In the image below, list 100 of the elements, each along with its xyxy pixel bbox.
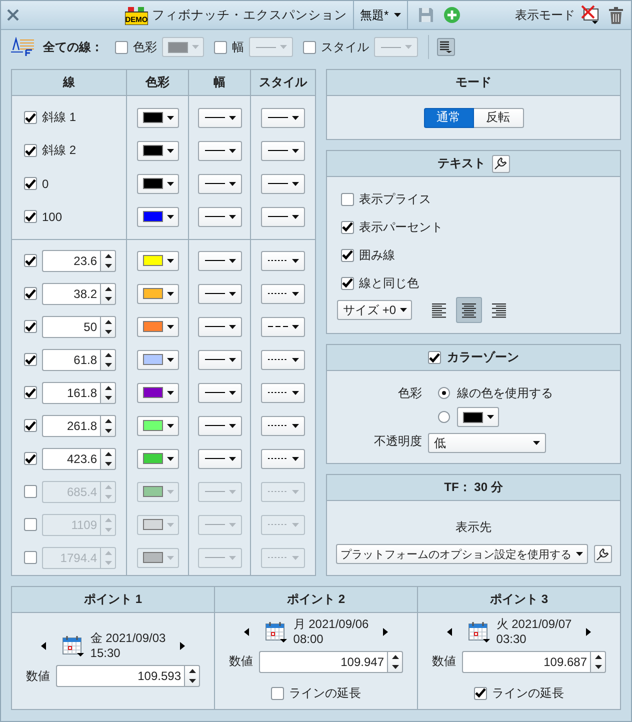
mode-toggle-button[interactable]: 反転 [474,108,524,128]
previous-date-icon[interactable] [41,642,46,650]
color-dropdown[interactable] [136,548,178,568]
spinner-buttons[interactable] [590,650,606,672]
number-field[interactable]: 23.6 [42,250,100,272]
next-date-icon[interactable] [586,628,591,636]
trash-icon[interactable] [609,6,623,24]
checkbox[interactable] [24,485,37,498]
style-dropdown[interactable] [261,350,305,370]
add-icon[interactable] [444,7,460,23]
previous-date-icon[interactable] [447,628,452,636]
color-dropdown[interactable] [136,108,178,128]
color-dropdown[interactable] [136,416,178,436]
checkbox[interactable] [24,254,37,267]
width-dropdown[interactable] [198,448,242,468]
checkbox[interactable] [24,320,37,333]
checkbox[interactable] [24,452,37,465]
radio-button[interactable] [438,387,450,399]
color-dropdown[interactable] [136,140,178,160]
checkbox[interactable] [24,353,37,366]
checkbox[interactable] [115,40,128,54]
number-field[interactable]: 109.593 [56,665,184,687]
width-dropdown[interactable] [198,206,242,226]
style-dropdown[interactable] [261,140,305,160]
checkbox[interactable] [341,248,354,262]
spinner-buttons[interactable] [184,665,200,687]
style-dropdown[interactable] [261,316,305,336]
number-field[interactable]: 261.8 [42,414,100,436]
width-dropdown[interactable] [198,284,242,304]
checkbox[interactable] [24,518,37,531]
checkbox[interactable] [24,419,37,432]
template-dropdown[interactable]: 無題* [353,1,408,29]
spinner-buttons[interactable] [100,448,116,470]
close-icon[interactable] [7,9,19,21]
spinner-buttons[interactable] [100,382,116,404]
checkbox[interactable] [24,287,37,300]
color-dropdown[interactable] [136,514,178,534]
calendar-icon[interactable] [265,620,288,642]
checkbox[interactable] [214,40,227,54]
checkbox[interactable] [474,686,487,700]
checkbox[interactable] [428,351,441,364]
checkbox[interactable] [24,386,37,399]
number-field[interactable]: 161.8 [42,382,100,404]
settings-button[interactable] [594,545,612,563]
number-field[interactable]: 38.2 [42,282,100,304]
spinner-buttons[interactable] [100,316,116,338]
number-field[interactable]: 109.947 [259,650,387,672]
next-date-icon[interactable] [180,642,185,650]
display-target-dropdown[interactable]: プラットフォームのオプション設定を使用する [336,544,588,564]
mode-toggle-button[interactable]: 通常 [424,108,474,128]
color-dropdown[interactable] [136,174,178,194]
calendar-icon[interactable] [468,620,490,642]
checkbox[interactable] [24,210,37,223]
number-field[interactable]: 423.6 [42,448,100,470]
spinner-buttons[interactable] [100,282,116,304]
opacity-dropdown[interactable]: 低 [428,433,546,453]
next-date-icon[interactable] [382,628,388,636]
previous-date-icon[interactable] [244,628,250,636]
checkbox[interactable] [341,192,354,206]
hidden-monitor-icon[interactable] [581,5,601,25]
color-dropdown[interactable] [136,284,178,304]
color-dropdown[interactable] [136,316,178,336]
spinner-buttons[interactable] [387,650,403,672]
style-dropdown[interactable] [261,448,305,468]
style-dropdown[interactable] [261,416,305,436]
settings-button[interactable] [492,154,510,172]
style-dropdown[interactable] [261,250,305,270]
color-dropdown[interactable] [136,206,178,226]
color-dropdown[interactable] [136,382,178,402]
spinner-buttons[interactable] [100,250,116,272]
center-align-button[interactable] [456,297,482,323]
color-dropdown[interactable] [136,350,178,370]
style-dropdown[interactable] [261,284,305,304]
width-dropdown[interactable] [198,108,242,128]
width-dropdown[interactable] [198,382,242,402]
checkbox[interactable] [271,686,284,700]
style-dropdown[interactable] [261,206,305,226]
number-field[interactable]: 50 [42,316,100,338]
width-dropdown[interactable] [198,174,242,194]
style-dropdown[interactable] [261,174,305,194]
checkbox[interactable] [24,111,37,124]
checkbox[interactable] [24,551,37,564]
color-dropdown[interactable] [136,448,178,468]
checkbox[interactable] [24,177,37,190]
width-dropdown[interactable] [198,350,242,370]
calendar-icon[interactable] [62,635,84,657]
font-size-dropdown[interactable]: サイズ +0 [337,300,412,320]
checkbox[interactable] [341,276,354,290]
checkbox[interactable] [341,220,354,234]
checkbox[interactable] [24,144,37,157]
style-dropdown[interactable] [261,382,305,402]
color-dropdown[interactable] [457,407,499,427]
number-field[interactable]: 109.687 [462,650,590,672]
color-dropdown[interactable] [162,37,204,57]
width-dropdown[interactable] [198,250,242,270]
width-dropdown[interactable] [198,316,242,336]
color-dropdown[interactable] [136,250,178,270]
checkbox[interactable] [303,40,316,54]
color-dropdown[interactable] [136,482,178,502]
list-menu-button[interactable] [437,38,455,56]
